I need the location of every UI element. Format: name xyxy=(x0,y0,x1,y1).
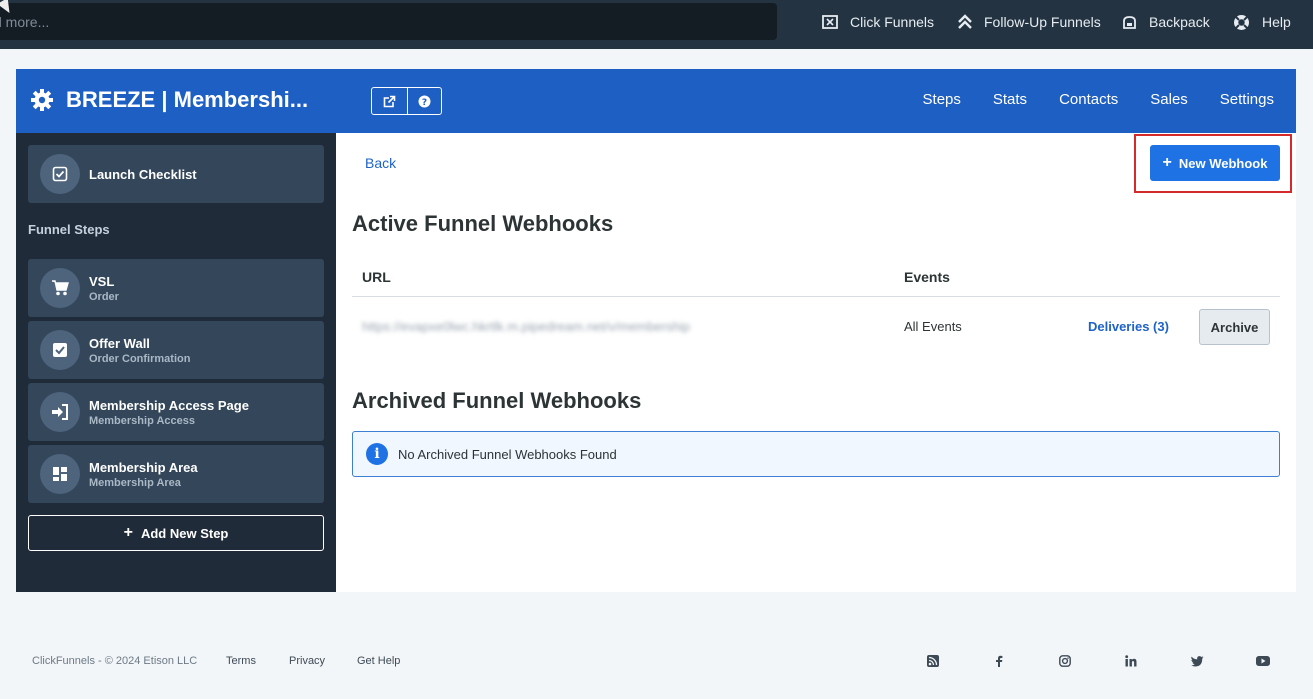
empty-archived-text: No Archived Funnel Webhooks Found xyxy=(398,446,617,462)
twitter-icon[interactable] xyxy=(1190,654,1204,668)
help-button[interactable]: ? xyxy=(406,88,442,114)
nav-follow-up-funnels[interactable]: Follow-Up Funnels xyxy=(958,12,1101,32)
plus-icon: + xyxy=(1162,154,1172,171)
step-icon-circle xyxy=(40,330,80,370)
nav-follow-up-label: Follow-Up Funnels xyxy=(984,14,1101,30)
new-webhook-button[interactable]: + New Webhook xyxy=(1150,145,1280,181)
column-header-url: URL xyxy=(362,269,391,285)
funnel-header: BREEZE | Membershi... ? Steps Stats Cont… xyxy=(16,69,1296,133)
step-type: Membership Area xyxy=(89,476,181,489)
funnel-steps-heading: Funnel Steps xyxy=(28,222,110,237)
step-icon-circle xyxy=(40,268,80,308)
plus-icon: + xyxy=(123,524,133,541)
sign-in-icon xyxy=(52,404,68,420)
funnel-sidebar: Launch Checklist Funnel Steps VSL Order … xyxy=(16,133,336,592)
funnel-title-text: BREEZE | Membershi... xyxy=(66,87,309,112)
nav-help[interactable]: Help xyxy=(1233,12,1291,32)
deliveries-link[interactable]: Deliveries (3) xyxy=(1088,319,1169,334)
search-input[interactable] xyxy=(0,3,777,40)
top-navbar: Click Funnels Follow-Up Funnels Backpack… xyxy=(0,0,1313,49)
funnel-nav-settings[interactable]: Settings xyxy=(1220,91,1274,108)
nav-backpack[interactable]: Backpack xyxy=(1122,12,1210,32)
nav-click-funnels[interactable]: Click Funnels xyxy=(822,12,934,32)
question-circle-icon: ? xyxy=(418,95,431,108)
funnel-nav-sales[interactable]: Sales xyxy=(1150,91,1188,108)
open-external-button[interactable] xyxy=(372,88,407,114)
checkbox-icon xyxy=(53,343,67,357)
dashboard-icon xyxy=(53,467,67,481)
sidebar-step-membership-access[interactable]: Membership Access Page Membership Access xyxy=(28,383,324,441)
facebook-icon[interactable] xyxy=(992,654,1006,668)
rss-icon[interactable] xyxy=(926,654,940,668)
sidebar-step-vsl[interactable]: VSL Order xyxy=(28,259,324,317)
step-name: Offer Wall xyxy=(89,335,150,351)
active-webhooks-title: Active Funnel Webhooks xyxy=(352,211,614,236)
search-bar[interactable] xyxy=(0,3,777,40)
step-name: Membership Area xyxy=(89,459,198,475)
webhook-events: All Events xyxy=(904,319,962,334)
new-webhook-label: New Webhook xyxy=(1178,155,1268,171)
funnel-nav: Steps Stats Contacts Sales Settings xyxy=(891,91,1274,108)
footer-copyright: ClickFunnels - © 2024 Etison LLC xyxy=(32,655,198,667)
step-icon-circle xyxy=(40,454,80,494)
info-icon: i xyxy=(366,443,388,465)
launch-checklist-item[interactable]: Launch Checklist xyxy=(28,145,324,203)
step-type: Order xyxy=(89,290,119,303)
sidebar-step-membership-area[interactable]: Membership Area Membership Area xyxy=(28,445,324,503)
external-link-icon xyxy=(383,95,396,107)
step-name: Membership Access Page xyxy=(89,397,249,413)
empty-archived-alert: i No Archived Funnel Webhooks Found xyxy=(352,431,1280,477)
chevrons-up-icon xyxy=(958,14,972,29)
click-funnels-icon xyxy=(822,15,838,29)
nav-help-label: Help xyxy=(1262,14,1291,30)
step-name: VSL xyxy=(89,273,115,289)
table-divider xyxy=(352,296,1280,297)
step-icon-circle xyxy=(40,392,80,432)
instagram-icon[interactable] xyxy=(1058,654,1072,668)
launch-checklist-label: Launch Checklist xyxy=(89,166,197,182)
step-icon-circle xyxy=(40,154,80,194)
svg-text:?: ? xyxy=(422,98,427,108)
footer-link-terms[interactable]: Terms xyxy=(226,655,256,667)
backpack-icon xyxy=(1123,16,1136,29)
youtube-icon[interactable] xyxy=(1256,654,1270,668)
step-type: Order Confirmation xyxy=(89,352,191,365)
back-link[interactable]: Back xyxy=(365,155,396,171)
funnel-nav-steps[interactable]: Steps xyxy=(923,91,961,108)
lifebuoy-icon xyxy=(1234,14,1249,30)
archive-button[interactable]: Archive xyxy=(1199,309,1270,345)
step-type: Membership Access xyxy=(89,414,195,427)
cart-icon xyxy=(52,280,69,296)
linkedin-icon[interactable] xyxy=(1124,654,1138,668)
funnel-nav-contacts[interactable]: Contacts xyxy=(1059,91,1118,108)
gear-icon[interactable] xyxy=(30,88,54,112)
footer-link-privacy[interactable]: Privacy xyxy=(289,655,325,667)
add-new-step-button[interactable]: + Add New Step xyxy=(28,515,324,551)
header-button-group: ? xyxy=(371,87,442,115)
sidebar-step-offer-wall[interactable]: Offer Wall Order Confirmation xyxy=(28,321,324,379)
funnel-card: BREEZE | Membershi... ? Steps Stats Cont… xyxy=(16,69,1296,592)
footer-link-get-help[interactable]: Get Help xyxy=(357,655,400,667)
nav-click-funnels-label: Click Funnels xyxy=(850,14,935,30)
webhooks-panel: Back + New Webhook Active Funnel Webhook… xyxy=(336,133,1296,592)
webhook-url: https://evapxe0lwc.hkrtlk.m.pipedream.ne… xyxy=(362,319,691,334)
nav-backpack-label: Backpack xyxy=(1149,14,1210,30)
checklist-icon xyxy=(52,166,68,182)
funnel-title: BREEZE | Membershi... xyxy=(30,87,308,113)
column-header-events: Events xyxy=(904,269,950,285)
add-new-step-label: Add New Step xyxy=(140,525,229,541)
archived-webhooks-title: Archived Funnel Webhooks xyxy=(352,388,642,413)
funnel-nav-stats[interactable]: Stats xyxy=(993,91,1027,108)
